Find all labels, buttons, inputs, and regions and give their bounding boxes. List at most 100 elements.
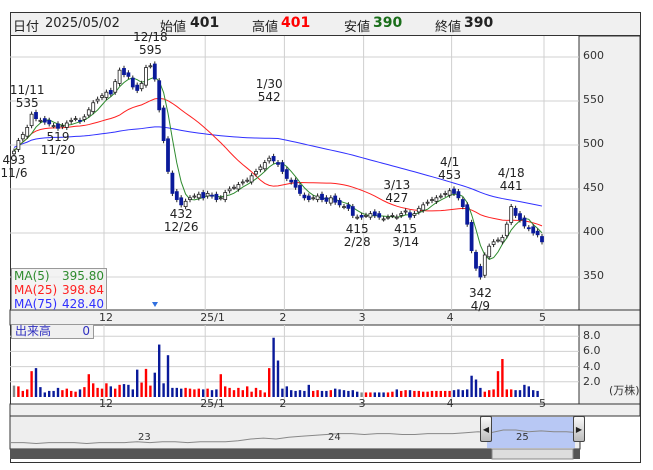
volume-bar <box>246 386 249 397</box>
volume-bar <box>39 387 42 397</box>
date-tick-label: 2 <box>279 311 287 324</box>
volume-bar <box>373 392 376 397</box>
volume-bar <box>452 390 456 397</box>
volume-tick-label: 6.0 <box>583 344 601 358</box>
candle <box>254 170 258 175</box>
candle <box>201 192 206 199</box>
volume-bar <box>312 390 315 397</box>
chart-canvas[interactable] <box>0 0 653 470</box>
annotation-date: 11/20 <box>40 143 76 158</box>
candle <box>359 214 364 218</box>
candle <box>421 204 426 211</box>
candle <box>293 179 298 188</box>
candle <box>51 125 56 128</box>
volume-date-tick-label: 12 <box>99 397 113 410</box>
candle <box>245 179 250 182</box>
volume-bar <box>488 390 491 397</box>
navigator-year-label: 25 <box>516 432 529 443</box>
annotation-date: 2/28 <box>343 234 371 249</box>
volume-bar <box>162 383 165 397</box>
price-tick-label: 600 <box>583 49 604 62</box>
candle <box>350 206 355 216</box>
candle <box>161 107 166 142</box>
volume-bar <box>202 389 205 397</box>
volume-bar <box>250 391 253 397</box>
candle <box>522 217 527 227</box>
volume-bar <box>492 389 495 397</box>
navigator-right-handle[interactable]: ▶ <box>573 416 585 442</box>
volume-bar <box>334 388 337 397</box>
volume-bar <box>241 390 244 397</box>
volume-bar <box>316 390 319 397</box>
candle <box>289 179 294 183</box>
date-tick-label: 4 <box>446 311 454 324</box>
volume-bar <box>140 382 143 397</box>
volume-bar <box>158 344 161 397</box>
annotation-date: 4/9 <box>470 299 491 314</box>
candle <box>148 65 153 68</box>
candle <box>280 162 285 172</box>
volume-bar <box>131 389 134 397</box>
price-annotation: 4/18 441 <box>498 166 525 193</box>
volume-bar <box>127 384 130 397</box>
volume-bar <box>206 388 209 397</box>
volume-bar <box>501 359 504 397</box>
candle <box>443 192 448 195</box>
volume-bar <box>329 390 332 397</box>
candle <box>262 162 267 170</box>
annotation-value: 595 <box>138 43 162 58</box>
volume-unit: (万株) <box>609 384 640 397</box>
annotation-value: 453 <box>438 168 462 183</box>
volume-bar <box>435 390 438 397</box>
volume-bar <box>259 390 262 397</box>
volume-bar <box>378 392 381 397</box>
volume-tick-label: 8.0 <box>583 329 601 343</box>
volume-bar <box>109 386 112 397</box>
candle <box>56 123 60 129</box>
price-tick-label: 500 <box>583 137 604 150</box>
candle <box>157 80 162 111</box>
volume-bar <box>188 388 192 397</box>
candle <box>78 119 82 122</box>
candle <box>526 227 531 230</box>
price-annotation: 12/18 595 <box>133 31 168 57</box>
volume-bar <box>56 387 60 397</box>
candle <box>139 83 144 90</box>
volume-bar <box>153 372 156 397</box>
navigator-left-handle[interactable]: ◀ <box>480 416 492 442</box>
candle <box>126 72 131 77</box>
candle <box>29 113 34 127</box>
candle <box>368 213 373 218</box>
candle <box>214 193 219 200</box>
annotation-date: 11/6 <box>0 166 28 181</box>
candle <box>346 204 351 209</box>
volume-bar <box>263 392 266 397</box>
volume-bar <box>210 390 214 397</box>
volume-bar <box>144 368 148 397</box>
volume-date-tick-label: 25/1 <box>200 397 225 410</box>
ma5-value: 395.80 <box>62 269 104 283</box>
candle <box>152 63 157 80</box>
candle <box>276 162 280 165</box>
candle <box>64 122 69 128</box>
candle <box>342 206 346 209</box>
candle <box>456 191 461 199</box>
volume-bar <box>386 392 390 397</box>
candle <box>179 197 184 206</box>
volume-bar <box>470 375 473 397</box>
candle <box>377 213 382 218</box>
volume-bar <box>96 387 99 397</box>
candle <box>196 193 201 199</box>
candle <box>38 119 43 122</box>
candle <box>218 197 223 200</box>
date-tick-label: 12 <box>99 311 113 324</box>
volume-bar <box>215 389 218 397</box>
candle <box>324 197 329 202</box>
volume-bar <box>474 379 478 397</box>
candle <box>315 195 320 200</box>
volume-label: 出来高 <box>15 324 52 338</box>
volume-date-tick-label: 4 <box>446 397 454 410</box>
annotation-date: 3/14 <box>392 234 420 249</box>
candle <box>100 95 104 98</box>
candle <box>108 90 113 95</box>
